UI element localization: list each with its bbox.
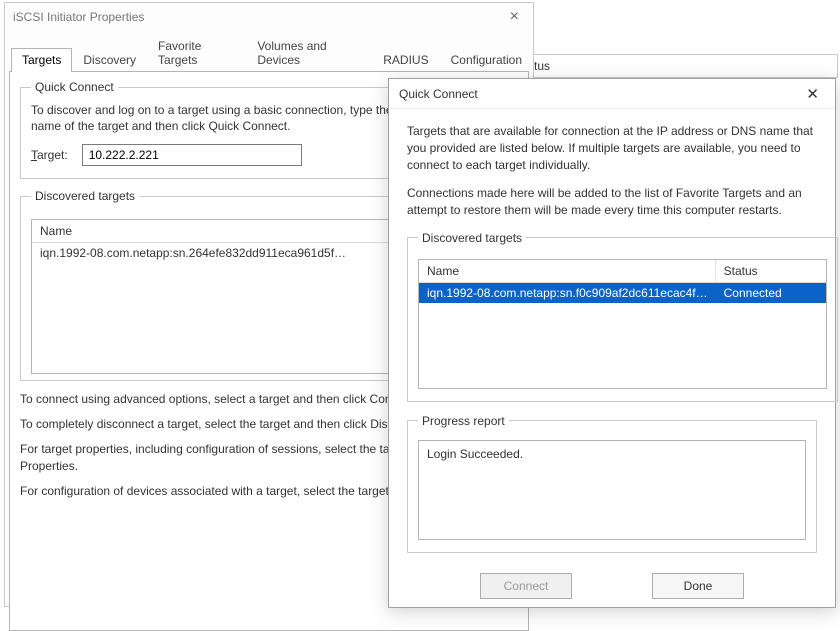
target-label: Target:: [31, 148, 68, 162]
progress-report-group: Progress report Login Succeeded.: [407, 414, 817, 553]
tab-radius[interactable]: RADIUS: [372, 48, 439, 72]
row-name: iqn.1992-08.com.netapp:sn.f0c909af2dc611…: [419, 283, 716, 303]
close-icon[interactable]: ✕: [800, 85, 825, 103]
tab-volumes-and-devices[interactable]: Volumes and Devices: [246, 34, 372, 72]
quick-connect-window: Quick Connect ✕ Targets that are availab…: [388, 78, 836, 608]
target-input[interactable]: [82, 144, 302, 166]
front-button-row: Connect Done: [407, 573, 817, 599]
tab-configuration[interactable]: Configuration: [440, 48, 533, 72]
row-name: iqn.1992-08.com.netapp:sn.264efe832dd911…: [32, 243, 446, 263]
close-icon[interactable]: ×: [504, 8, 525, 26]
row-status: Connected: [716, 283, 826, 303]
progress-report-box: Login Succeeded.: [418, 440, 806, 540]
back-tabstrip: Targets Discovery Favorite Targets Volum…: [5, 33, 533, 71]
back-window-title: iSCSI Initiator Properties: [13, 10, 144, 24]
back-titlebar: iSCSI Initiator Properties ×: [5, 3, 533, 31]
front-discovered-targets-legend: Discovered targets: [418, 231, 526, 245]
front-titlebar: Quick Connect ✕: [389, 79, 835, 109]
col-name[interactable]: Name: [419, 260, 716, 282]
tab-discovery[interactable]: Discovery: [72, 48, 147, 72]
background-status-header: Status: [510, 54, 838, 78]
col-status[interactable]: Status: [716, 260, 826, 282]
front-discovered-targets-group: Discovered targets Name Status iqn.1992-…: [407, 231, 838, 402]
discovered-targets-legend: Discovered targets: [31, 189, 139, 203]
front-window-title: Quick Connect: [399, 87, 478, 101]
front-discovered-targets-list[interactable]: Name Status iqn.1992-08.com.netapp:sn.f0…: [418, 259, 827, 389]
done-button[interactable]: Done: [652, 573, 744, 599]
front-paragraph-2: Connections made here will be added to t…: [407, 185, 817, 219]
front-list-header: Name Status: [419, 260, 826, 283]
progress-report-text: Login Succeeded.: [427, 447, 523, 461]
quick-connect-legend: Quick Connect: [31, 80, 118, 94]
col-name[interactable]: Name: [32, 220, 446, 242]
table-row[interactable]: iqn.1992-08.com.netapp:sn.f0c909af2dc611…: [419, 283, 826, 303]
progress-report-legend: Progress report: [418, 414, 509, 428]
front-body: Targets that are available for connectio…: [389, 109, 835, 611]
front-paragraph-1: Targets that are available for connectio…: [407, 123, 817, 173]
tab-favorite-targets[interactable]: Favorite Targets: [147, 34, 246, 72]
tab-targets[interactable]: Targets: [11, 48, 72, 72]
connect-button: Connect: [480, 573, 572, 599]
